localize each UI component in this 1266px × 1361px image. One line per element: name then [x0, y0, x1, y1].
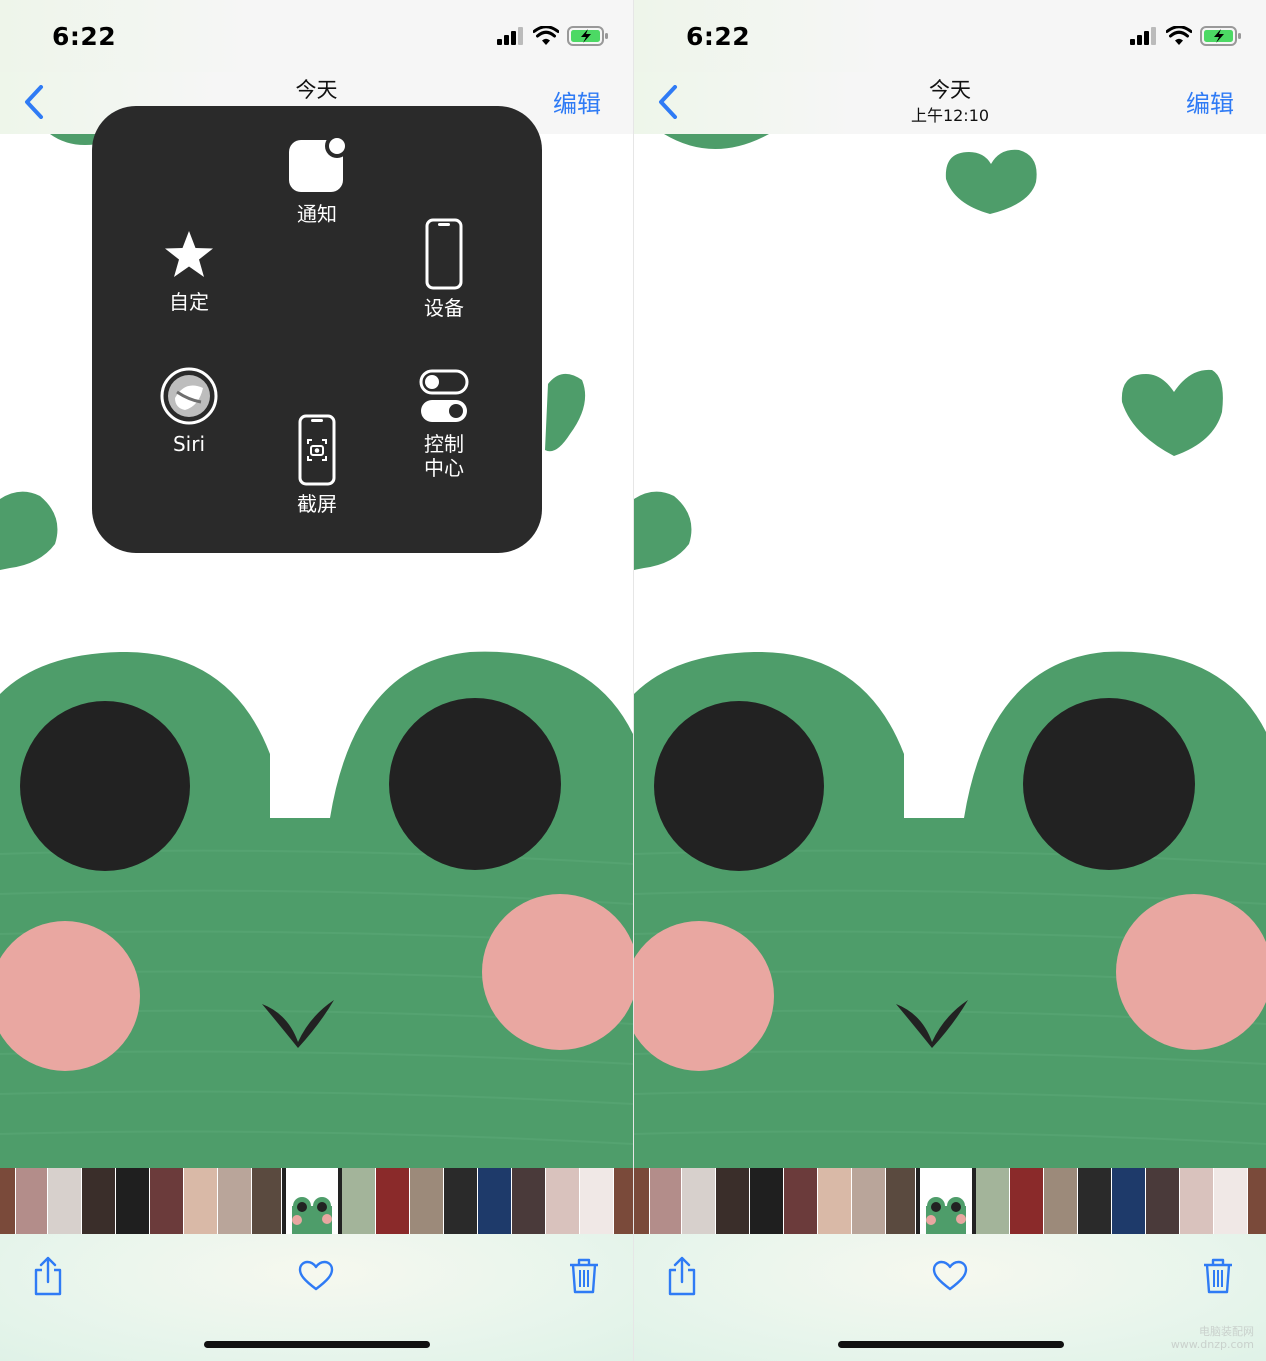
- delete-button[interactable]: [562, 1254, 606, 1298]
- menu-item-screenshot[interactable]: 截屏: [257, 414, 377, 516]
- thumbnail[interactable]: [634, 1168, 650, 1234]
- status-time: 6:22: [52, 22, 117, 51]
- share-icon: [668, 1256, 696, 1296]
- menu-item-label: 设备: [424, 296, 464, 320]
- thumbnail[interactable]: [650, 1168, 682, 1234]
- battery-charging-icon: [567, 26, 608, 46]
- thumbnail[interactable]: [478, 1168, 512, 1234]
- bottom-toolbar: [0, 1234, 633, 1361]
- thumbnail[interactable]: [82, 1168, 116, 1234]
- home-indicator[interactable]: [204, 1341, 430, 1348]
- watermark: 电脑装配网 www.dnzp.com: [1170, 1325, 1254, 1351]
- left-screen: 6:22 今天 编辑 通知 自定 设备 Siri 截屏 控制 中心: [0, 0, 633, 1361]
- screenshot-icon: [298, 414, 336, 486]
- menu-item-label: Siri: [172, 432, 206, 456]
- frog-thumbnail-icon: [292, 1197, 332, 1234]
- thumbnail[interactable]: [1146, 1168, 1180, 1234]
- nav-title: 今天: [929, 78, 971, 102]
- thumbnail[interactable]: [0, 1168, 16, 1234]
- menu-item-label: 控制 中心: [424, 432, 464, 480]
- favorite-button[interactable]: [928, 1254, 972, 1298]
- thumbnail[interactable]: [682, 1168, 716, 1234]
- thumbnail[interactable]: [1214, 1168, 1248, 1234]
- battery-charging-icon: [1200, 26, 1241, 46]
- thumbnail[interactable]: [150, 1168, 184, 1234]
- photo-filmstrip[interactable]: [634, 1168, 1266, 1234]
- menu-item-siri[interactable]: Siri: [129, 366, 249, 456]
- thumbnail-current[interactable]: [920, 1168, 972, 1234]
- thumbnail[interactable]: [1044, 1168, 1078, 1234]
- thumbnail[interactable]: [546, 1168, 580, 1234]
- thumbnail[interactable]: [716, 1168, 750, 1234]
- photo-filmstrip[interactable]: [0, 1168, 633, 1234]
- home-indicator[interactable]: [838, 1341, 1064, 1348]
- siri-icon: [160, 367, 218, 425]
- frog-illustration: [634, 134, 1266, 1168]
- thumbnail[interactable]: [376, 1168, 410, 1234]
- frog-thumbnail-icon: [926, 1197, 966, 1234]
- star-icon: [165, 231, 213, 277]
- thumbnail[interactable]: [1078, 1168, 1112, 1234]
- trash-icon: [570, 1258, 598, 1294]
- nav-subtitle: 上午12:10: [910, 106, 990, 125]
- edit-button[interactable]: 编辑: [553, 84, 601, 119]
- thumbnail[interactable]: [444, 1168, 478, 1234]
- iphone-device-icon: [425, 218, 463, 290]
- thumbnail[interactable]: [784, 1168, 818, 1234]
- assistive-touch-menu: 通知 自定 设备 Siri 截屏 控制 中心: [92, 106, 542, 553]
- thumbnail[interactable]: [818, 1168, 852, 1234]
- thumbnail[interactable]: [886, 1168, 916, 1234]
- thumbnail[interactable]: [750, 1168, 784, 1234]
- cellular-signal-icon: [497, 27, 523, 45]
- thumbnail[interactable]: [116, 1168, 150, 1234]
- trash-icon: [1204, 1258, 1232, 1294]
- status-bar: 6:22: [634, 0, 1266, 72]
- share-button[interactable]: [26, 1254, 70, 1298]
- thumbnail[interactable]: [1180, 1168, 1214, 1234]
- thumbnail[interactable]: [184, 1168, 218, 1234]
- thumbnail[interactable]: [342, 1168, 376, 1234]
- menu-item-custom[interactable]: 自定: [129, 228, 249, 314]
- menu-item-label: 通知: [297, 202, 337, 226]
- thumbnail[interactable]: [580, 1168, 614, 1234]
- menu-item-label: 截屏: [297, 492, 337, 516]
- thumbnail[interactable]: [16, 1168, 48, 1234]
- thumbnail-current[interactable]: [286, 1168, 338, 1234]
- menu-item-control-center[interactable]: 控制 中心: [384, 368, 504, 480]
- cellular-signal-icon: [1130, 27, 1156, 45]
- photo-view[interactable]: [634, 134, 1266, 1168]
- wifi-icon: [1166, 26, 1192, 45]
- thumbnail[interactable]: [410, 1168, 444, 1234]
- toggle-switches-icon: [419, 369, 469, 422]
- share-button[interactable]: [660, 1254, 704, 1298]
- menu-item-device[interactable]: 设备: [384, 218, 504, 320]
- thumbnail[interactable]: [252, 1168, 282, 1234]
- notification-icon: [289, 134, 349, 192]
- menu-item-label-line1: 控制: [424, 432, 464, 456]
- heart-icon: [932, 1260, 968, 1291]
- wifi-icon: [533, 26, 559, 45]
- thumbnail[interactable]: [1248, 1168, 1266, 1234]
- menu-item-notifications[interactable]: 通知: [257, 134, 377, 226]
- thumbnail[interactable]: [852, 1168, 886, 1234]
- status-bar: 6:22: [0, 0, 633, 72]
- menu-item-label-line2: 中心: [424, 456, 464, 480]
- status-time: 6:22: [686, 22, 751, 51]
- thumbnail[interactable]: [1112, 1168, 1146, 1234]
- thumbnail[interactable]: [1010, 1168, 1044, 1234]
- right-screen: 6:22 今天 上午12:10 编辑 电脑装配网 www.dnzp.com: [633, 0, 1266, 1361]
- nav-title: 今天: [295, 78, 338, 102]
- delete-button[interactable]: [1196, 1254, 1240, 1298]
- thumbnail[interactable]: [614, 1168, 633, 1234]
- navigation-bar: 今天 上午12:10 编辑: [634, 72, 1266, 135]
- heart-icon: [298, 1260, 334, 1291]
- menu-item-label: 自定: [169, 290, 209, 314]
- thumbnail[interactable]: [976, 1168, 1010, 1234]
- thumbnail[interactable]: [512, 1168, 546, 1234]
- edit-button[interactable]: 编辑: [1186, 84, 1234, 119]
- thumbnail[interactable]: [48, 1168, 82, 1234]
- favorite-button[interactable]: [294, 1254, 338, 1298]
- share-icon: [34, 1256, 62, 1296]
- thumbnail[interactable]: [218, 1168, 252, 1234]
